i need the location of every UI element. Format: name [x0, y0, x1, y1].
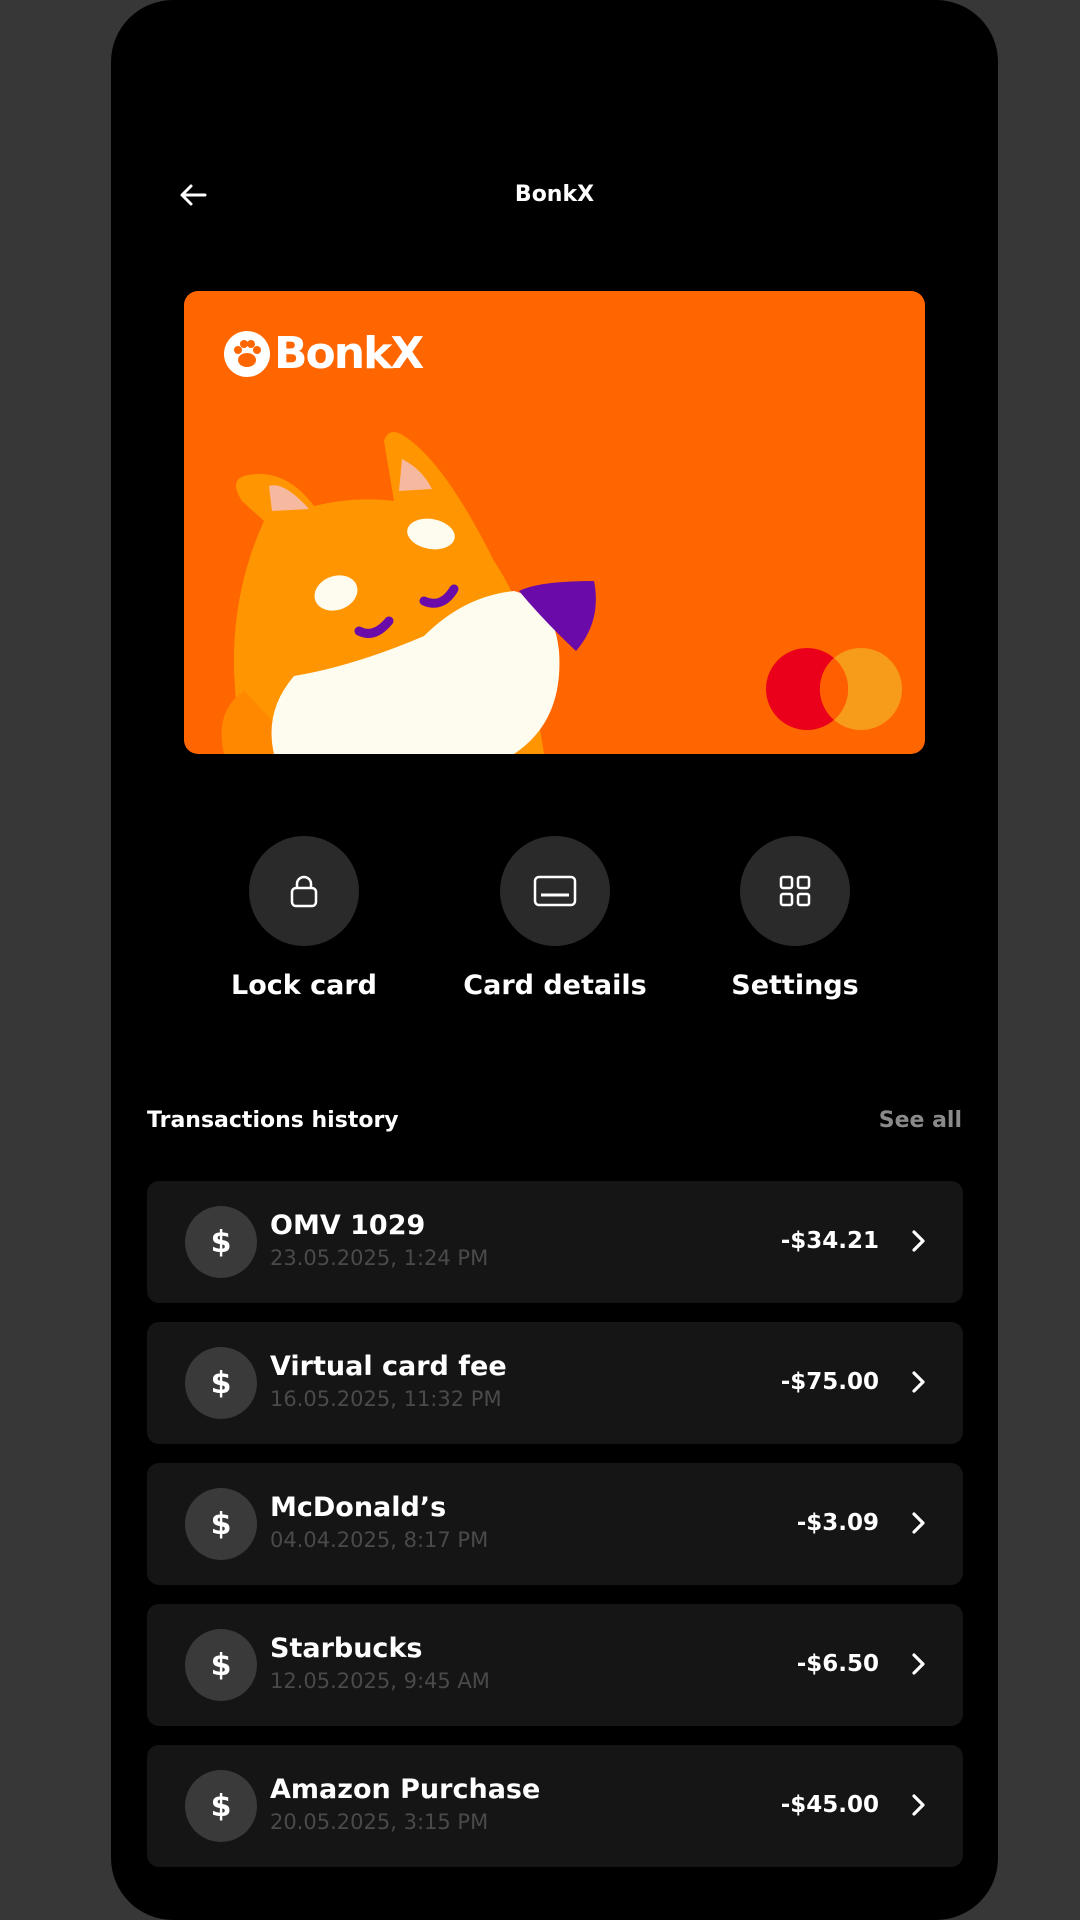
top-bar: BonkX: [111, 160, 998, 230]
transactions-title: Transactions history: [147, 1108, 399, 1133]
transaction-amount: -$75.00: [780, 1369, 879, 1395]
settings-button[interactable]: Settings: [675, 836, 915, 1004]
phone-screen: BonkX BonkX Lock card Card details Setti…: [111, 0, 998, 1920]
lock-card-circle[interactable]: [249, 836, 359, 946]
transaction-amount: -$3.09: [796, 1510, 879, 1536]
settings-label: Settings: [731, 970, 859, 1001]
card-actions: Lock card Card details Settings: [111, 836, 998, 1016]
bonkx-card[interactable]: BonkX: [184, 291, 925, 754]
transactions-list: $ OMV 1029 23.05.2025, 1:24 PM -$34.21 $…: [147, 1181, 963, 1886]
grid-icon: [779, 875, 811, 907]
chevron-right-icon[interactable]: [905, 1651, 931, 1677]
lock-card-label: Lock card: [231, 970, 377, 1001]
transaction-row[interactable]: $ Virtual card fee 16.05.2025, 11:32 PM …: [147, 1322, 963, 1444]
mastercard-logo: [766, 648, 902, 730]
transaction-name: Amazon Purchase: [270, 1774, 541, 1805]
lock-card-button[interactable]: Lock card: [184, 836, 424, 1004]
transaction-row[interactable]: $ Starbucks 12.05.2025, 9:45 AM -$6.50: [147, 1604, 963, 1726]
settings-circle[interactable]: [740, 836, 850, 946]
transactions-header: Transactions history See all: [147, 1100, 962, 1140]
transaction-name: Virtual card fee: [270, 1351, 507, 1382]
transaction-name: McDonald’s: [270, 1492, 447, 1523]
transaction-date: 04.04.2025, 8:17 PM: [270, 1528, 489, 1552]
transaction-amount: -$45.00: [780, 1792, 879, 1818]
dollar-icon: $: [185, 1488, 257, 1560]
dollar-icon: $: [185, 1629, 257, 1701]
page-title: BonkX: [514, 182, 595, 207]
transaction-date: 20.05.2025, 3:15 PM: [270, 1810, 489, 1834]
chevron-right-icon[interactable]: [905, 1510, 931, 1536]
chevron-right-icon[interactable]: [905, 1228, 931, 1254]
dollar-icon: $: [185, 1347, 257, 1419]
card-details-circle[interactable]: [500, 836, 610, 946]
transaction-row[interactable]: $ Amazon Purchase 20.05.2025, 3:15 PM -$…: [147, 1745, 963, 1867]
transaction-date: 23.05.2025, 1:24 PM: [270, 1246, 489, 1270]
transaction-name: Starbucks: [270, 1633, 423, 1664]
card-brand-logo: BonkX: [224, 328, 424, 379]
credit-card-icon: [533, 875, 577, 907]
transaction-amount: -$34.21: [780, 1228, 879, 1254]
see-all-link[interactable]: See all: [879, 1106, 962, 1136]
dollar-icon: $: [185, 1770, 257, 1842]
dollar-icon: $: [185, 1206, 257, 1278]
transaction-date: 12.05.2025, 9:45 AM: [270, 1669, 490, 1693]
lock-icon: [290, 875, 318, 908]
card-details-button[interactable]: Card details: [435, 836, 675, 1004]
card-brand-name: BonkX: [274, 328, 424, 379]
transaction-date: 16.05.2025, 11:32 PM: [270, 1387, 502, 1411]
transaction-row[interactable]: $ OMV 1029 23.05.2025, 1:24 PM -$34.21: [147, 1181, 963, 1303]
transaction-amount: -$6.50: [796, 1651, 879, 1677]
card-details-label: Card details: [463, 970, 647, 1001]
transaction-name: OMV 1029: [270, 1210, 426, 1241]
paw-badge-icon: [224, 331, 270, 377]
chevron-right-icon[interactable]: [905, 1369, 931, 1395]
transaction-row[interactable]: $ McDonald’s 04.04.2025, 8:17 PM -$3.09: [147, 1463, 963, 1585]
chevron-right-icon[interactable]: [905, 1792, 931, 1818]
